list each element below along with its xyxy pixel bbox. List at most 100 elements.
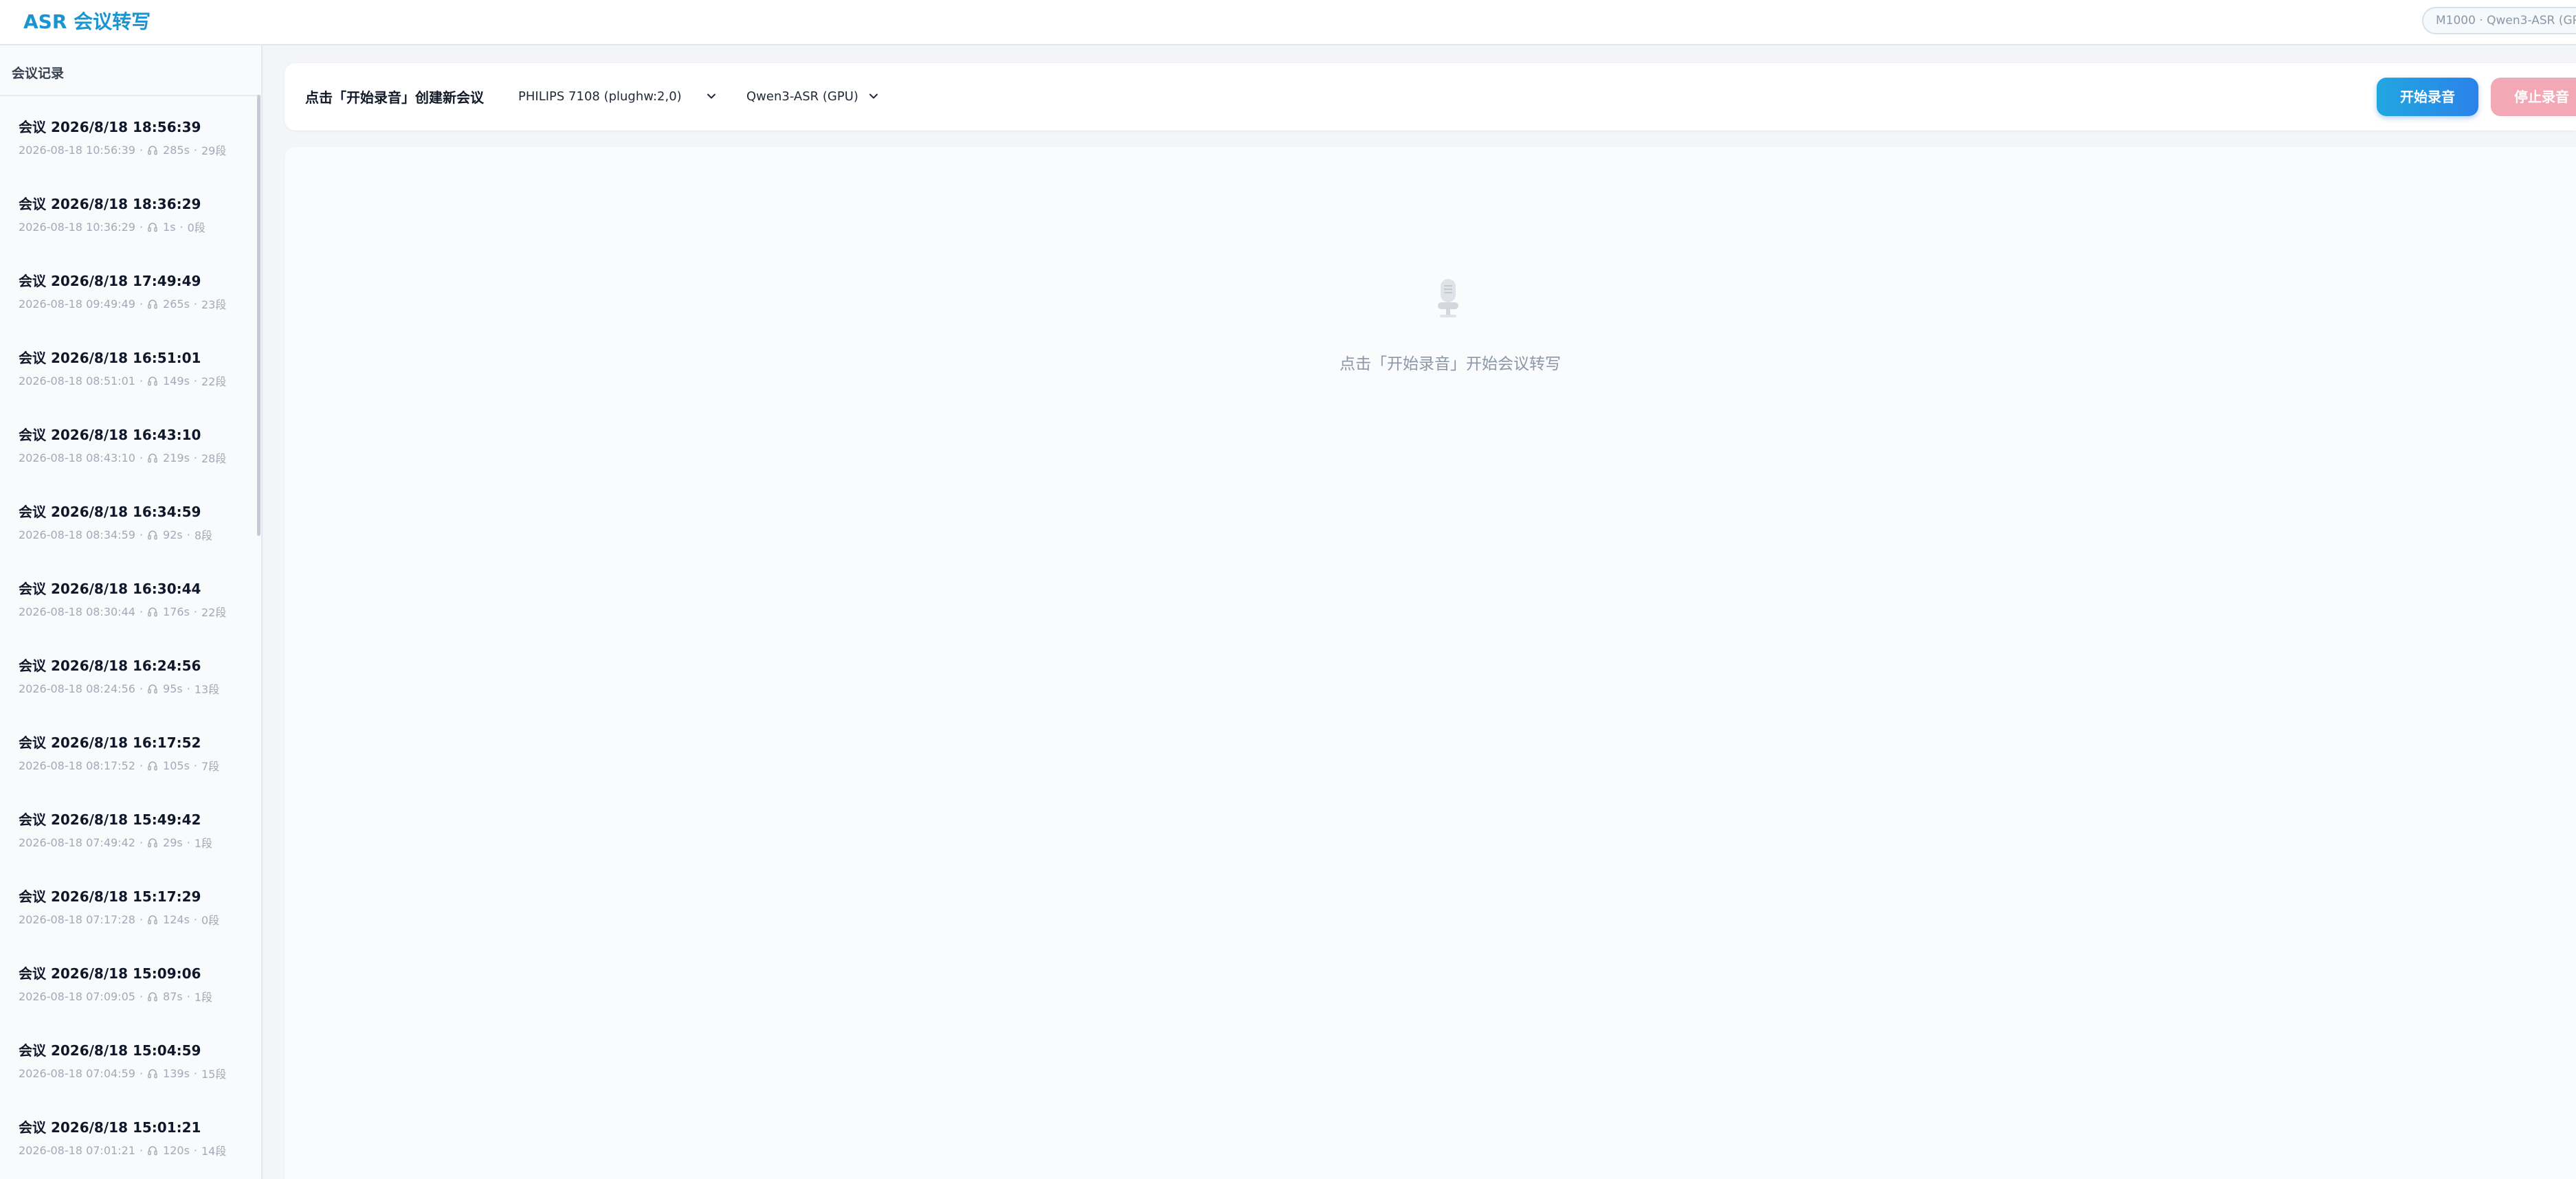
- headphones-icon: [148, 992, 157, 1002]
- microphone-icon: [1438, 279, 1458, 317]
- session-meta: 2026-08-18 07:49:42 · 29s · 1段: [19, 834, 212, 851]
- session-title: 会议 2026/8/18 16:24:56: [19, 658, 201, 674]
- session-item[interactable]: 会议 2026/8/18 16:51:01 2026-08-18 08:51:01…: [0, 327, 256, 404]
- session-meta: 2026-08-18 08:24:56 · 95s · 13段: [19, 680, 219, 697]
- session-meta: 2026-08-18 10:36:29 · 1s · 0段: [19, 218, 206, 235]
- session-meta: 2026-08-18 10:56:39 · 285s · 29段: [19, 142, 226, 158]
- sidebar: 会议记录 会议 2026/8/18 18:56:39 2026-08-18 10:…: [0, 45, 263, 1179]
- session-duration: 285s: [163, 143, 190, 157]
- session-title: 会议 2026/8/18 16:30:44: [19, 581, 201, 597]
- session-duration: 95s: [163, 682, 183, 695]
- session-timestamp: 2026-08-18 08:51:01: [19, 374, 135, 388]
- session-item[interactable]: 会议 2026/8/18 16:43:10 2026-08-18 08:43:10…: [0, 404, 256, 481]
- session-duration: 92s: [163, 528, 183, 541]
- session-item[interactable]: 会议 2026/8/18 16:34:59 2026-08-18 08:34:59…: [0, 481, 256, 558]
- session-item[interactable]: 会议 2026/8/18 15:01:21 2026-08-18 07:01:21…: [0, 1097, 256, 1174]
- session-segments: 0段: [187, 221, 206, 234]
- session-segments: 23段: [201, 298, 227, 311]
- session-item[interactable]: 会议 2026/8/18 16:30:44 2026-08-18 08:30:44…: [0, 558, 256, 635]
- headphones-icon: [148, 377, 157, 386]
- headphones-icon: [148, 838, 157, 848]
- session-title: 会议 2026/8/18 15:17:29: [19, 888, 201, 905]
- session-title: 会议 2026/8/18 18:36:29: [19, 196, 201, 212]
- sidebar-title: 会议记录: [12, 66, 65, 81]
- session-timestamp: 2026-08-18 09:49:49: [19, 297, 135, 311]
- new-meeting-hint: 点击「开始录音」创建新会议: [305, 89, 484, 106]
- session-timestamp: 2026-08-18 10:56:39: [19, 143, 135, 157]
- headphones-icon: [148, 223, 157, 232]
- session-segments: 22段: [201, 375, 227, 388]
- audio-device-value: PHILIPS 7108 (plughw:2,0): [518, 89, 682, 104]
- session-title: 会议 2026/8/18 16:17:52: [19, 734, 201, 751]
- model-status-badge: M1000 · Qwen3-ASR (GPU): [2422, 7, 2576, 34]
- start-recording-button[interactable]: 开始录音: [2377, 78, 2478, 116]
- session-segments: 14段: [201, 1145, 227, 1158]
- stop-recording-button[interactable]: 停止录音: [2491, 78, 2576, 116]
- sidebar-scrollbar[interactable]: [257, 95, 260, 536]
- headphones-icon: [148, 684, 157, 694]
- session-item[interactable]: 会议 2026/8/18 18:56:39 2026-08-18 10:56:39…: [0, 96, 256, 173]
- session-item[interactable]: 会议 2026/8/18 17:49:49 2026-08-18 09:49:49…: [0, 250, 256, 327]
- session-duration: 120s: [163, 1143, 190, 1157]
- session-title: 会议 2026/8/18 16:34:59: [19, 504, 201, 520]
- session-segments: 28段: [201, 452, 227, 465]
- session-meta: 2026-08-18 07:04:59 · 139s · 15段: [19, 1065, 226, 1081]
- session-item[interactable]: 会议 2026/8/18 16:17:52 2026-08-18 08:17:52…: [0, 712, 256, 789]
- session-item[interactable]: 会议 2026/8/18 15:17:29 2026-08-18 07:17:28…: [0, 866, 256, 943]
- session-timestamp: 2026-08-18 07:09:05: [19, 989, 135, 1003]
- session-segments: 22段: [201, 606, 227, 619]
- chevron-down-icon: [707, 93, 715, 99]
- session-timestamp: 2026-08-18 07:04:59: [19, 1066, 135, 1080]
- session-duration: 176s: [163, 605, 190, 618]
- session-item[interactable]: 会议 2026/8/18 15:49:42 2026-08-18 07:49:42…: [0, 789, 256, 866]
- session-title: 会议 2026/8/18 15:09:06: [19, 965, 201, 982]
- session-item[interactable]: 会议 2026/8/18 15:04:59 2026-08-18 07:04:59…: [0, 1020, 256, 1097]
- session-item[interactable]: 会议 2026/8/18 16:24:56 2026-08-18 08:24:56…: [0, 635, 256, 712]
- session-meta: 2026-08-18 07:01:21 · 120s · 14段: [19, 1142, 226, 1158]
- session-segments: 1段: [194, 837, 213, 850]
- recording-toolbar: 点击「开始录音」创建新会议 PHILIPS 7108 (plughw:2,0) …: [285, 63, 2576, 131]
- session-timestamp: 2026-08-18 08:30:44: [19, 605, 135, 618]
- session-segments: 13段: [194, 683, 220, 696]
- session-duration: 1s: [163, 220, 176, 234]
- session-timestamp: 2026-08-18 08:43:10: [19, 451, 135, 464]
- asr-model-select[interactable]: Qwen3-ASR (GPU): [731, 80, 889, 114]
- session-title: 会议 2026/8/18 15:49:42: [19, 811, 201, 828]
- session-timestamp: 2026-08-18 10:36:29: [19, 220, 135, 234]
- session-segments: 15段: [201, 1068, 227, 1081]
- session-segments: 1段: [194, 991, 213, 1004]
- session-duration: 29s: [163, 835, 183, 849]
- empty-state-text: 点击「开始录音」开始会议转写: [1340, 355, 1561, 373]
- headphones-icon: [148, 915, 157, 925]
- chevron-down-icon: [869, 93, 878, 99]
- session-duration: 124s: [163, 912, 190, 926]
- session-timestamp: 2026-08-18 07:01:21: [19, 1143, 135, 1157]
- session-item[interactable]: 会议 2026/8/18 18:36:29 2026-08-18 10:36:29…: [0, 173, 256, 250]
- session-segments: 7段: [201, 760, 220, 773]
- session-timestamp: 2026-08-18 07:17:28: [19, 912, 135, 926]
- session-duration: 105s: [163, 759, 190, 772]
- session-timestamp: 2026-08-18 08:34:59: [19, 528, 135, 541]
- session-timestamp: 2026-08-18 08:24:56: [19, 682, 135, 695]
- session-title: 会议 2026/8/18 16:43:10: [19, 427, 201, 443]
- session-title: 会议 2026/8/18 15:04:59: [19, 1042, 201, 1059]
- headphones-icon: [148, 146, 157, 155]
- audio-device-select[interactable]: PHILIPS 7108 (plughw:2,0): [503, 80, 727, 114]
- app-header: ASR 会议转写 M1000 · Qwen3-ASR (GPU): [0, 0, 2576, 45]
- session-meta: 2026-08-18 09:49:49 · 265s · 23段: [19, 295, 226, 312]
- transcript-panel: 点击「开始录音」开始会议转写: [285, 147, 2576, 1179]
- session-list[interactable]: 会议 2026/8/18 18:56:39 2026-08-18 10:56:39…: [0, 95, 260, 1179]
- session-duration: 219s: [163, 451, 190, 464]
- session-duration: 149s: [163, 374, 190, 388]
- session-meta: 2026-08-18 07:17:28 · 124s · 0段: [19, 911, 219, 928]
- session-meta: 2026-08-18 07:09:05 · 87s · 1段: [19, 988, 212, 1004]
- session-title: 会议 2026/8/18 15:01:21: [19, 1119, 201, 1136]
- session-meta: 2026-08-18 08:30:44 · 176s · 22段: [19, 603, 226, 620]
- asr-model-value: Qwen3-ASR (GPU): [746, 89, 858, 104]
- headphones-icon: [148, 607, 157, 617]
- headphones-icon: [148, 1146, 157, 1156]
- session-meta: 2026-08-18 08:51:01 · 149s · 22段: [19, 372, 226, 389]
- session-title: 会议 2026/8/18 18:56:39: [19, 119, 201, 135]
- session-meta: 2026-08-18 08:34:59 · 92s · 8段: [19, 526, 212, 543]
- session-item[interactable]: 会议 2026/8/18 15:09:06 2026-08-18 07:09:05…: [0, 943, 256, 1020]
